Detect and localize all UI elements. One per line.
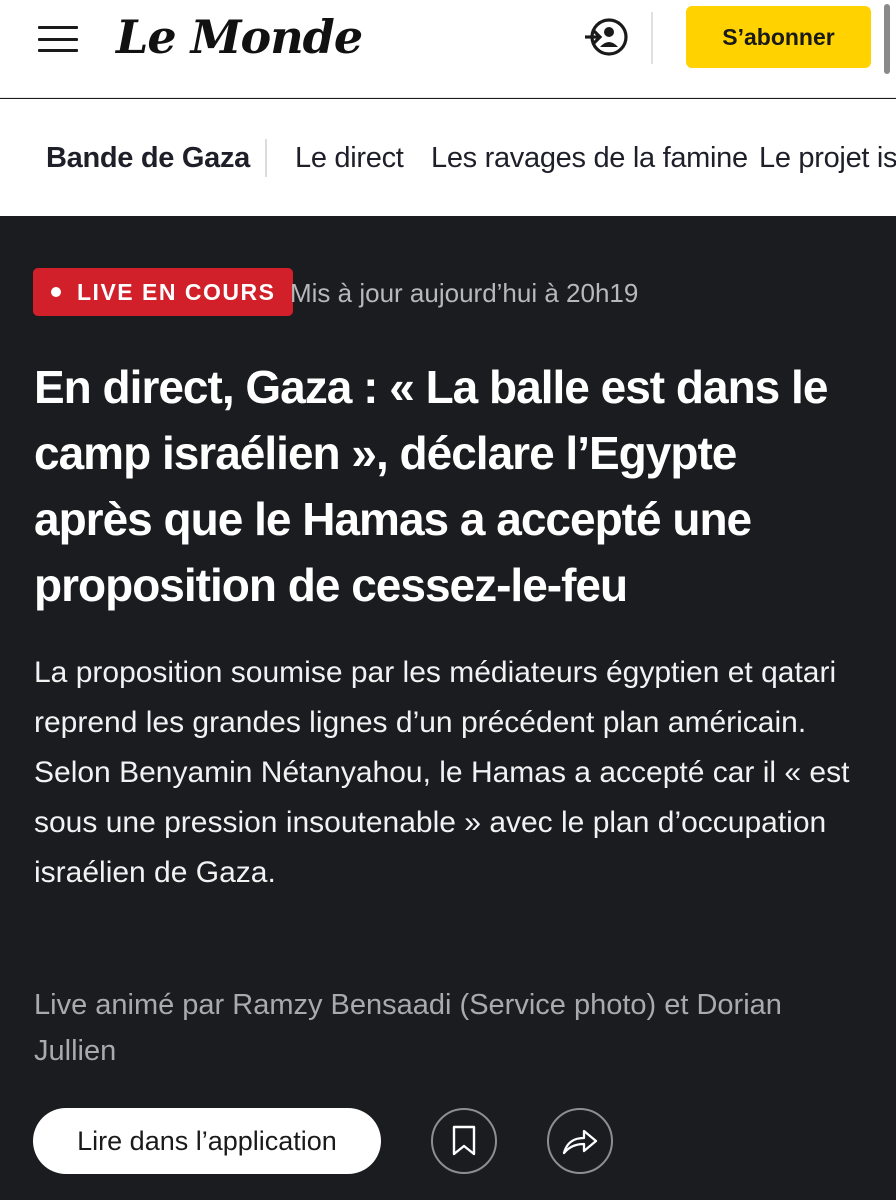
- menu-icon[interactable]: [38, 24, 78, 54]
- live-badge: LIVE EN COURS: [33, 268, 294, 316]
- site-logo[interactable]: Le Monde: [116, 10, 363, 64]
- subnav-item-le-direct[interactable]: Le direct: [295, 142, 404, 175]
- share-button[interactable]: [547, 1108, 613, 1174]
- update-timestamp: Mis à jour aujourd’hui à 20h19: [290, 278, 639, 308]
- header-divider: [651, 12, 653, 64]
- open-in-app-button[interactable]: Lire dans l’application: [33, 1108, 381, 1174]
- subscribe-button[interactable]: S’abonner: [686, 6, 871, 68]
- live-article-hero: LIVE EN COURS Mis à jour aujourd’hui à 2…: [0, 216, 896, 1200]
- article-lede: La proposition soumise par les médiateur…: [34, 656, 850, 889]
- live-dot-icon: [51, 287, 61, 297]
- subnav-item-projet[interactable]: Le projet is: [759, 142, 896, 175]
- section-nav: Bande de Gaza Le direct Les ravages de l…: [0, 99, 896, 216]
- subnav-section-title[interactable]: Bande de Gaza: [46, 142, 250, 175]
- site-header: Le Monde S’abonner: [0, 0, 896, 98]
- bookmark-button[interactable]: [431, 1108, 497, 1174]
- article-byline: Live animé par Ramzy Bensaadi (Service p…: [34, 989, 782, 1067]
- share-icon: [562, 1129, 598, 1155]
- bookmark-icon: [452, 1125, 476, 1156]
- subnav-item-famine[interactable]: Les ravages de la famine: [431, 142, 748, 175]
- article-headline: En direct, Gaza : « La balle est dans le…: [34, 361, 828, 611]
- scrollbar[interactable]: [884, 4, 890, 74]
- subnav-divider: [265, 139, 267, 177]
- account-icon[interactable]: [580, 14, 632, 60]
- live-badge-label: LIVE EN COURS: [77, 278, 276, 305]
